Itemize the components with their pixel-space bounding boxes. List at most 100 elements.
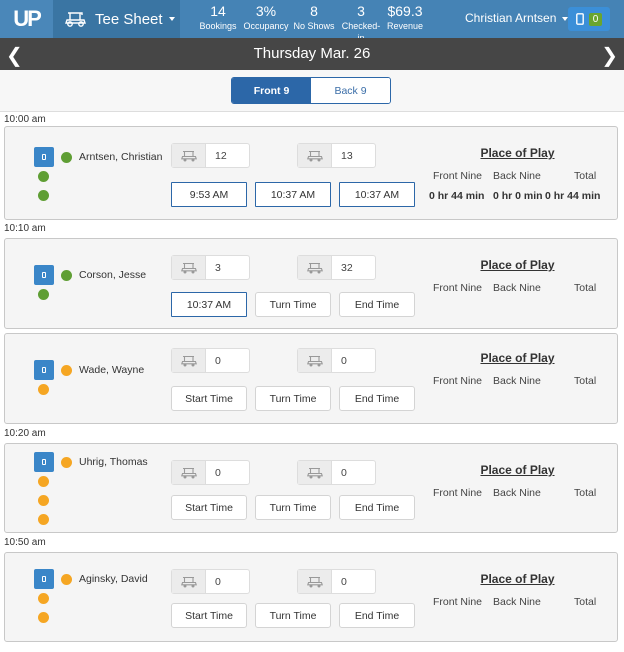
player-slot-dot <box>38 476 49 487</box>
player-slot-dot <box>38 384 49 395</box>
user-menu[interactable]: Christian Arntsen <box>465 11 569 25</box>
golf-cart-icon <box>180 467 197 478</box>
back-nine-header: Back Nine <box>493 170 541 182</box>
player-slot-dot <box>38 190 49 201</box>
golf-cart-icon <box>65 12 86 27</box>
back-cart-number[interactable]: 32 <box>332 256 353 279</box>
end-time-button[interactable]: End Time <box>339 386 415 411</box>
back-cart-field[interactable]: 0 <box>297 348 376 373</box>
tab-front-9[interactable]: Front 9 <box>232 78 311 103</box>
front-cart-number[interactable]: 3 <box>206 256 221 279</box>
total-header: Total <box>574 375 597 387</box>
back-cart-field[interactable]: 0 <box>297 460 376 485</box>
mobile-device-icon[interactable] <box>34 265 54 285</box>
front-cart-field[interactable]: 0 <box>171 569 250 594</box>
player-name[interactable]: Corson, Jesse <box>79 269 146 281</box>
place-of-play-link[interactable]: Place of Play <box>475 351 560 365</box>
golf-cart-icon <box>306 576 323 587</box>
tee-group-card: Corson, Jesse 3 32 10:37 AM Turn Time End Tim… <box>4 238 618 329</box>
mobile-device-icon <box>575 13 584 25</box>
golf-cart-icon <box>180 262 197 273</box>
start-time-button[interactable]: 9:53 AM <box>171 182 247 207</box>
date-bar: ❮ Thursday Mar. 26 ❯ <box>0 38 624 70</box>
turn-time-button[interactable]: Turn Time <box>255 603 331 628</box>
start-time-button[interactable]: 10:37 AM <box>171 292 247 317</box>
module-label: Tee Sheet <box>95 10 163 28</box>
front-nine-header: Front Nine <box>433 282 483 294</box>
front-nine-header: Front Nine <box>433 375 483 387</box>
player-slot-dot <box>38 289 49 300</box>
front-cart-number[interactable]: 0 <box>206 570 221 593</box>
start-time-button[interactable]: Start Time <box>171 386 247 411</box>
chevron-right-icon[interactable]: ❯ <box>601 43 618 68</box>
end-time-button[interactable]: End Time <box>339 495 415 520</box>
turn-time-button[interactable]: Turn Time <box>255 292 331 317</box>
front-nine-time: 0 hr 44 min <box>429 190 485 202</box>
back-cart-field[interactable]: 13 <box>297 143 376 168</box>
end-time-button[interactable]: 10:37 AM <box>339 182 415 207</box>
end-time-button[interactable]: End Time <box>339 603 415 628</box>
front-cart-number[interactable]: 12 <box>206 144 227 167</box>
turn-time-button[interactable]: Turn Time <box>255 386 331 411</box>
front-cart-field[interactable]: 0 <box>171 348 250 373</box>
turn-time-button[interactable]: 10:37 AM <box>255 182 331 207</box>
back-nine-time: 0 hr 0 min <box>493 190 543 202</box>
golf-cart-icon <box>180 355 197 366</box>
status-dot <box>61 270 72 281</box>
total-time: 0 hr 44 min <box>545 190 601 202</box>
tee-time-label: 10:50 am <box>4 537 46 548</box>
back-nine-header: Back Nine <box>493 596 541 608</box>
front-cart-number[interactable]: 0 <box>206 349 221 372</box>
back-cart-number[interactable]: 0 <box>332 570 347 593</box>
front-cart-field[interactable]: 0 <box>171 460 250 485</box>
caret-down-icon <box>168 17 175 21</box>
app-logo[interactable]: UP <box>0 0 53 38</box>
tee-group-card: Arntsen, Christian 12 13 9:53 AM 10:37 AM 10:… <box>4 126 618 220</box>
player-slot-dot <box>38 593 49 604</box>
front-nine-header: Front Nine <box>433 487 483 499</box>
total-header: Total <box>574 596 597 608</box>
status-dot <box>61 365 72 376</box>
status-dot <box>61 152 72 163</box>
place-of-play-link[interactable]: Place of Play <box>475 463 560 477</box>
player-name[interactable]: Aginsky, David <box>79 573 148 585</box>
tee-time-label: 10:20 am <box>4 428 46 439</box>
nine-tabs-bar: Front 9 Back 9 <box>0 70 624 112</box>
user-name: Christian Arntsen <box>465 11 557 25</box>
module-dropdown[interactable]: Tee Sheet <box>53 0 180 38</box>
top-nav-bar: UP Tee Sheet 14 Bookings 3% Occupancy 8 No … <box>0 0 624 43</box>
tee-group-card: Aginsky, David 0 0 Start Time Turn Time End T… <box>4 552 618 642</box>
front-cart-field[interactable]: 12 <box>171 143 250 168</box>
player-name[interactable]: Wade, Wayne <box>79 364 144 376</box>
mobile-device-icon[interactable] <box>34 569 54 589</box>
back-cart-number[interactable]: 0 <box>332 349 347 372</box>
place-of-play-link[interactable]: Place of Play <box>475 146 560 160</box>
devices-button[interactable]: 0 <box>568 7 610 31</box>
nine-toggle: Front 9 Back 9 <box>231 77 391 104</box>
tab-back-9[interactable]: Back 9 <box>311 78 390 103</box>
back-nine-header: Back Nine <box>493 282 541 294</box>
end-time-button[interactable]: End Time <box>339 292 415 317</box>
player-name[interactable]: Uhrig, Thomas <box>79 456 148 468</box>
front-cart-number[interactable]: 0 <box>206 461 221 484</box>
tee-time-label: 10:00 am <box>4 114 46 125</box>
mobile-device-icon[interactable] <box>34 452 54 472</box>
back-cart-field[interactable]: 32 <box>297 255 376 280</box>
mobile-device-icon[interactable] <box>34 147 54 167</box>
player-slot-dot <box>38 171 49 182</box>
back-cart-number[interactable]: 13 <box>332 144 353 167</box>
golf-cart-icon <box>180 150 197 161</box>
back-cart-number[interactable]: 0 <box>332 461 347 484</box>
start-time-button[interactable]: Start Time <box>171 603 247 628</box>
player-name[interactable]: Arntsen, Christian <box>79 151 162 163</box>
back-cart-field[interactable]: 0 <box>297 569 376 594</box>
front-cart-field[interactable]: 3 <box>171 255 250 280</box>
mobile-device-icon[interactable] <box>34 360 54 380</box>
back-nine-header: Back Nine <box>493 375 541 387</box>
place-of-play-link[interactable]: Place of Play <box>475 572 560 586</box>
back-nine-header: Back Nine <box>493 487 541 499</box>
turn-time-button[interactable]: Turn Time <box>255 495 331 520</box>
start-time-button[interactable]: Start Time <box>171 495 247 520</box>
golf-cart-icon <box>180 576 197 587</box>
place-of-play-link[interactable]: Place of Play <box>475 258 560 272</box>
